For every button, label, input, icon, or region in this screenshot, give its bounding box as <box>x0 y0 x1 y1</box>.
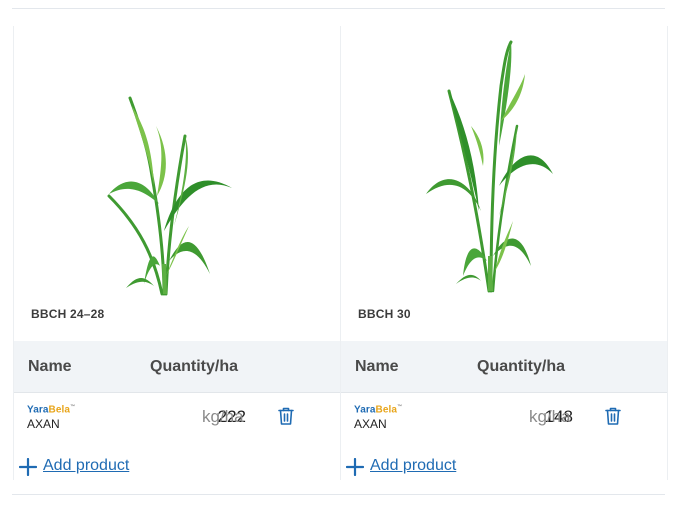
bottom-divider <box>12 494 665 495</box>
growth-stage-label: BBCH 24–28 <box>31 307 105 321</box>
product-row: YaraBela™ AXAN 222 kg/ha <box>14 393 340 437</box>
product-name: AXAN <box>354 417 387 431</box>
yarabela-logo: YaraBela™ <box>27 404 76 416</box>
trash-icon[interactable] <box>604 406 622 426</box>
product-table-header: Name Quantity/ha <box>341 341 667 393</box>
plus-icon <box>346 458 364 476</box>
growth-stage-card-2: BBCH 30 Name Quantity/ha YaraBela™ AXAN … <box>340 26 668 480</box>
plus-icon <box>19 458 37 476</box>
trash-icon[interactable] <box>277 406 295 426</box>
quantity-unit: kg/ha <box>529 407 571 426</box>
plant-illustration-stem-extension <box>426 40 553 293</box>
product-row: YaraBela™ AXAN 148 kg/ha <box>341 393 667 437</box>
name-column-header: Name <box>355 358 399 375</box>
product-table-header: Name Quantity/ha <box>14 341 340 393</box>
add-product-label: Add product <box>43 457 130 474</box>
add-product-label: Add product <box>370 457 457 474</box>
quantity-column-header: Quantity/ha <box>477 358 566 375</box>
plant-illustration-young <box>107 96 232 296</box>
name-column-header: Name <box>28 358 72 375</box>
growth-stage-card-1: BBCH 24–28 Name Quantity/ha YaraBela™ AX… <box>13 26 340 480</box>
quantity-column-header: Quantity/ha <box>150 358 239 375</box>
product-name: AXAN <box>27 417 60 431</box>
quantity-unit: kg/ha <box>202 407 244 426</box>
top-divider <box>12 8 665 9</box>
yarabela-logo: YaraBela™ <box>354 404 403 416</box>
growth-stage-label: BBCH 30 <box>358 307 411 321</box>
